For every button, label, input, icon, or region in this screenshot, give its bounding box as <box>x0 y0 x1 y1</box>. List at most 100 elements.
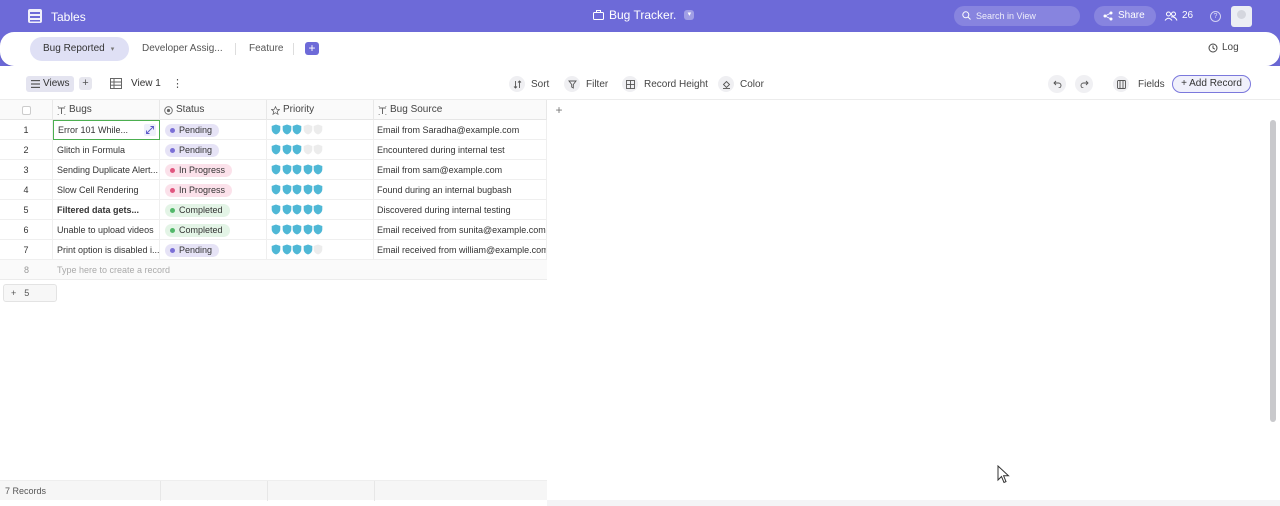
shield-filled-icon[interactable] <box>282 204 292 215</box>
shield-filled-icon[interactable] <box>282 224 292 235</box>
log-button[interactable]: Log <box>1208 42 1239 53</box>
shield-filled-icon[interactable] <box>282 124 292 135</box>
priority-cell[interactable] <box>267 200 374 220</box>
shield-filled-icon[interactable] <box>292 124 302 135</box>
tab-developer-assignment[interactable]: Developer Assig... <box>142 37 223 61</box>
shield-filled-icon[interactable] <box>313 224 323 235</box>
doc-menu-caret-icon[interactable]: ▾ <box>684 10 695 20</box>
app-name[interactable]: Tables <box>51 10 86 24</box>
search-input[interactable]: Search in View <box>954 6 1080 26</box>
views-button[interactable]: Views <box>26 76 74 92</box>
priority-cell[interactable] <box>267 140 374 160</box>
status-cell[interactable]: In Progress <box>160 160 267 180</box>
help-icon[interactable]: ? <box>1210 11 1221 22</box>
shield-filled-icon[interactable] <box>271 144 281 155</box>
status-cell[interactable]: Pending <box>160 140 267 160</box>
bug-cell[interactable]: Unable to upload videos <box>53 220 160 240</box>
shield-empty-icon[interactable] <box>303 144 313 155</box>
bug-cell[interactable]: Print option is disabled i... <box>53 240 160 260</box>
status-cell[interactable]: Pending <box>160 240 267 260</box>
shield-filled-icon[interactable] <box>303 164 313 175</box>
priority-cell[interactable] <box>267 240 374 260</box>
bug-cell[interactable]: Error 101 While... <box>53 120 160 140</box>
priority-cell[interactable] <box>267 220 374 240</box>
avatar[interactable] <box>1231 6 1252 27</box>
redo-button[interactable] <box>1075 75 1093 93</box>
add-table-button[interactable]: + <box>305 42 319 55</box>
shield-empty-icon[interactable] <box>313 124 323 135</box>
priority-cell[interactable] <box>267 180 374 200</box>
shield-filled-icon[interactable] <box>303 224 313 235</box>
expand-record-icon[interactable] <box>144 124 156 136</box>
shield-filled-icon[interactable] <box>271 204 281 215</box>
filter-button[interactable]: Filter <box>564 75 608 93</box>
fields-button[interactable]: Fields <box>1113 75 1165 93</box>
vertical-scrollbar[interactable] <box>1270 120 1276 422</box>
shield-filled-icon[interactable] <box>292 204 302 215</box>
status-cell[interactable]: Pending <box>160 120 267 140</box>
chevron-down-icon[interactable]: ▾ <box>111 46 115 53</box>
shield-filled-icon[interactable] <box>271 244 281 255</box>
column-header-status[interactable]: Status <box>160 100 267 120</box>
table-row[interactable]: 2 Glitch in Formula Pending Encountered dur… <box>0 140 547 160</box>
status-cell[interactable]: In Progress <box>160 180 267 200</box>
shield-filled-icon[interactable] <box>292 144 302 155</box>
tables-logo-icon[interactable] <box>26 7 44 25</box>
doc-title[interactable]: Bug Tracker. ▾ <box>593 8 695 22</box>
bug-source-cell[interactable]: Email received from sunita@example.com <box>374 220 547 240</box>
table-row[interactable]: 5 Filtered data gets... Completed Discovere… <box>0 200 547 220</box>
sort-button[interactable]: Sort <box>509 75 549 93</box>
shield-filled-icon[interactable] <box>292 244 302 255</box>
bug-source-cell[interactable]: Email received from william@example.com <box>374 240 547 260</box>
status-cell[interactable]: Completed <box>160 200 267 220</box>
shield-filled-icon[interactable] <box>313 204 323 215</box>
priority-cell[interactable] <box>267 120 374 140</box>
shield-filled-icon[interactable] <box>292 164 302 175</box>
shield-filled-icon[interactable] <box>282 244 292 255</box>
shield-filled-icon[interactable] <box>313 164 323 175</box>
status-cell[interactable]: Completed <box>160 220 267 240</box>
shield-filled-icon[interactable] <box>313 184 323 195</box>
table-row[interactable]: 1 Error 101 While... Pending Email from Sar… <box>0 120 547 140</box>
shield-filled-icon[interactable] <box>282 184 292 195</box>
column-header-priority[interactable]: Priority <box>267 100 374 120</box>
shield-filled-icon[interactable] <box>303 184 313 195</box>
shield-filled-icon[interactable] <box>292 184 302 195</box>
table-row[interactable]: 6 Unable to upload videos Completed Email r… <box>0 220 547 240</box>
bug-source-cell[interactable]: Email from Saradha@example.com <box>374 120 547 140</box>
share-button[interactable]: Share <box>1094 6 1156 26</box>
add-group-button[interactable]: + 5 <box>3 284 57 302</box>
add-column-button[interactable]: + <box>552 102 566 118</box>
select-all-checkbox[interactable] <box>21 105 31 115</box>
shield-filled-icon[interactable] <box>292 224 302 235</box>
shield-empty-icon[interactable] <box>303 124 313 135</box>
bug-source-cell[interactable]: Found during an internal bugbash <box>374 180 547 200</box>
undo-button[interactable] <box>1048 75 1066 93</box>
shield-filled-icon[interactable] <box>303 204 313 215</box>
new-record-row[interactable]: 8 Type here to create a record <box>0 260 547 280</box>
record-height-button[interactable]: Record Height <box>622 75 708 93</box>
table-row[interactable]: 4 Slow Cell Rendering In Progress Found dur… <box>0 180 547 200</box>
bug-source-cell[interactable]: Encountered during internal test <box>374 140 547 160</box>
bug-source-cell[interactable]: Discovered during internal testing <box>374 200 547 220</box>
shield-filled-icon[interactable] <box>271 164 281 175</box>
shield-filled-icon[interactable] <box>282 164 292 175</box>
table-row[interactable]: 3 Sending Duplicate Alert... In Progress Em… <box>0 160 547 180</box>
view-options-icon[interactable]: ⋮ <box>172 77 183 90</box>
bug-source-cell[interactable]: Email from sam@example.com <box>374 160 547 180</box>
table-row[interactable]: 7 Print option is disabled i... Pending Ema… <box>0 240 547 260</box>
view-name[interactable]: View 1 <box>131 78 161 89</box>
shield-filled-icon[interactable] <box>282 144 292 155</box>
shield-filled-icon[interactable] <box>271 184 281 195</box>
shield-empty-icon[interactable] <box>313 144 323 155</box>
color-button[interactable]: Color <box>718 75 764 93</box>
bug-cell[interactable]: Sending Duplicate Alert... <box>53 160 160 180</box>
bug-cell[interactable]: Slow Cell Rendering <box>53 180 160 200</box>
tab-feature[interactable]: Feature <box>249 37 283 61</box>
tab-bug-reported[interactable]: Bug Reported ▾ <box>30 37 129 61</box>
shield-filled-icon[interactable] <box>271 124 281 135</box>
column-header-bugs[interactable]: Bugs <box>53 100 160 120</box>
bug-cell[interactable]: Glitch in Formula <box>53 140 160 160</box>
priority-cell[interactable] <box>267 160 374 180</box>
add-view-button[interactable]: + <box>79 77 92 90</box>
